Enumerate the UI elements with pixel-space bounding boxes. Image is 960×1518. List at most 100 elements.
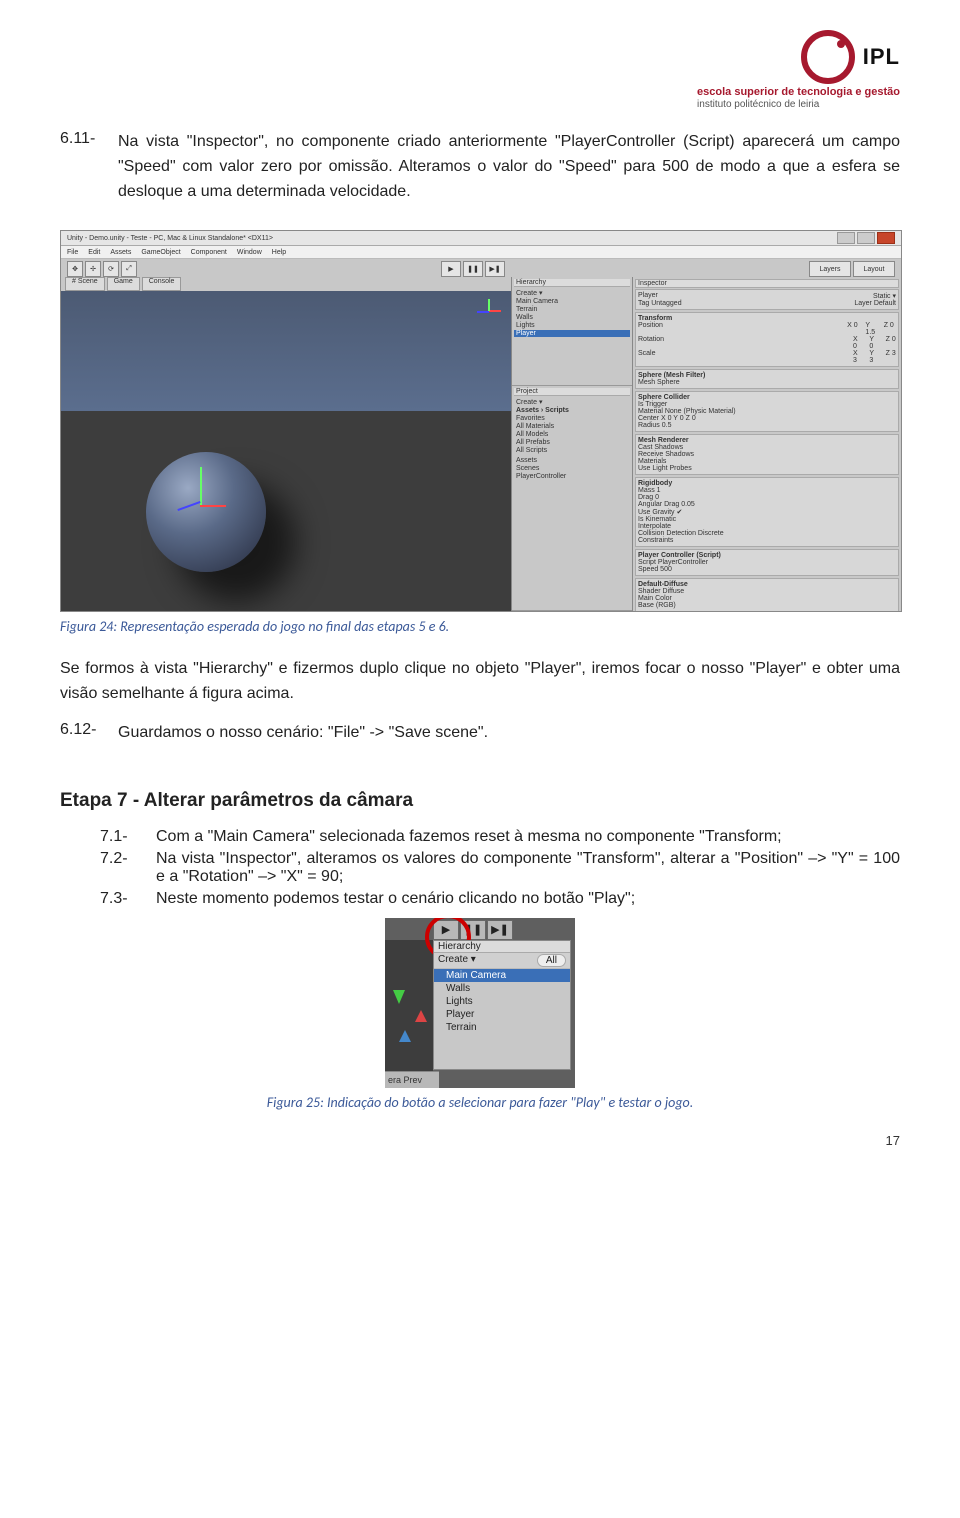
pause-button[interactable]: ❚❚ [460,920,486,940]
menu-item[interactable]: Component [191,249,227,256]
project-folder[interactable]: All Scripts [514,447,630,454]
renderer-row[interactable]: Receive Shadows [638,451,896,458]
renderer-row[interactable]: Materials [638,458,896,465]
script-asset[interactable]: PlayerController [514,473,630,480]
rot-y[interactable]: Y 0 [869,336,879,350]
minimize-button[interactable] [837,232,855,244]
speed-field[interactable]: Speed 500 [638,566,896,573]
menu-item[interactable]: Help [272,249,286,256]
scene-ground [61,411,511,611]
step-text: Na vista "Inspector", no componente cria… [118,130,900,204]
rot-x[interactable]: X 0 [853,336,863,350]
hierarchy-tab[interactable]: Hierarchy [514,279,630,287]
pos-z[interactable]: Z 0 [884,322,896,336]
step-number: 6.12- [60,721,108,760]
project-folder[interactable]: All Materials [514,423,630,430]
static-toggle[interactable]: Static ▾ [873,292,896,300]
play-button[interactable]: ▶ [433,920,459,940]
hierarchy-item-selected[interactable]: Main Camera [434,969,570,982]
assets-folder[interactable]: Assets [514,457,630,464]
sphere-collider-component: Sphere Collider Is Trigger Material None… [635,391,899,432]
hierarchy-item[interactable]: Lights [514,322,630,329]
scene-view[interactable]: # Scene Game Console [61,277,512,611]
layers-dropdown[interactable]: Layers [809,261,851,277]
rb-row[interactable]: Use Gravity ✔ [638,508,896,516]
renderer-row[interactable]: Cast Shadows [638,444,896,451]
create-dropdown[interactable]: Create ▾ [514,289,630,297]
rb-row[interactable]: Constraints [638,537,896,544]
transform-gizmo[interactable] [191,467,211,517]
project-folder[interactable]: All Prefabs [514,439,630,446]
create-dropdown[interactable]: Create ▾ [438,954,476,967]
rb-row[interactable]: Angular Drag 0.05 [638,501,896,508]
hand-tool-icon[interactable]: ✥ [67,261,83,277]
rb-row[interactable]: Interpolate [638,523,896,530]
pause-button[interactable]: ❚❚ [463,261,483,277]
move-tool-icon[interactable]: ✢ [85,261,101,277]
console-tab[interactable]: Console [142,277,182,291]
material-preview: Default-Diffuse Shader Diffuse Main Colo… [635,578,899,611]
rb-row[interactable]: Collision Detection Discrete [638,530,896,537]
menu-item[interactable]: GameObject [141,249,180,256]
scl-y[interactable]: Y 3 [869,350,879,364]
step-button[interactable]: ▶❚ [485,261,505,277]
object-name[interactable]: Player [638,292,658,300]
radius-field[interactable]: Radius 0.5 [638,422,896,429]
component-title: Sphere (Mesh Filter) [638,372,896,379]
hierarchy-item[interactable]: Walls [434,982,570,995]
menu-item[interactable]: Edit [88,249,100,256]
hierarchy-item[interactable]: Main Camera [514,298,630,305]
project-folder[interactable]: All Models [514,431,630,438]
hierarchy-item-selected[interactable]: Player [514,330,630,337]
renderer-row[interactable]: Use Light Probes [638,465,896,472]
shader-field[interactable]: Shader Diffuse [638,588,896,595]
menu-item[interactable]: Assets [110,249,131,256]
inspector-tab[interactable]: Inspector [635,279,899,288]
search-field[interactable]: All [537,954,566,967]
game-tab[interactable]: Game [107,277,140,291]
step-button[interactable]: ▶❚ [487,920,513,940]
rot-z[interactable]: Z 0 [886,336,896,350]
pos-y[interactable]: Y 1.5 [865,322,877,336]
layer-field[interactable]: Layer Default [854,300,896,307]
center-field[interactable]: Center X 0 Y 0 Z 0 [638,415,896,422]
scl-z[interactable]: Z 3 [886,350,896,364]
orientation-gizmo-icon[interactable] [475,297,503,325]
pos-x[interactable]: X 0 [847,322,859,336]
step-7-1: 7.1- Com a "Main Camera" selecionada faz… [100,828,900,846]
hierarchy-item[interactable]: Walls [514,314,630,321]
menu-item[interactable]: File [67,249,78,256]
hierarchy-item[interactable]: Terrain [514,306,630,313]
step-number: 7.2- [100,850,144,886]
rb-row[interactable]: Drag 0 [638,494,896,501]
scl-x[interactable]: X 3 [853,350,863,364]
mat-row[interactable]: Main Color [638,595,896,602]
rb-row[interactable]: Mass 1 [638,487,896,494]
logo-text: IPL [863,44,900,70]
position-label: Position [638,322,663,336]
play-button[interactable]: ▶ [441,261,461,277]
mesh-field[interactable]: Mesh Sphere [638,379,896,386]
step-number: 7.3- [100,890,144,908]
hierarchy-item[interactable]: Player [434,1008,570,1021]
maximize-button[interactable] [857,232,875,244]
hierarchy-item[interactable]: Terrain [434,1021,570,1034]
close-button[interactable] [877,232,895,244]
hierarchy-tab[interactable]: Hierarchy [434,941,570,953]
mat-row[interactable]: Base (RGB) [638,602,896,609]
project-tab[interactable]: Project [514,388,630,396]
tag-field[interactable]: Tag Untagged [638,300,682,307]
scale-tool-icon[interactable]: ⤢ [121,261,137,277]
scenes-folder[interactable]: Scenes [514,465,630,472]
rotate-tool-icon[interactable]: ⟳ [103,261,119,277]
scene-tab[interactable]: # Scene [65,277,105,291]
menu-item[interactable]: Window [237,249,262,256]
step-number: 7.1- [100,828,144,846]
physmat-field[interactable]: Material None (Physic Material) [638,408,896,415]
layout-dropdown[interactable]: Layout [853,261,895,277]
project-create[interactable]: Create ▾ [514,398,630,406]
script-field[interactable]: Script PlayerController [638,559,896,566]
rb-row[interactable]: Is Kinematic [638,516,896,523]
hierarchy-item[interactable]: Lights [434,995,570,1008]
trigger-toggle[interactable]: Is Trigger [638,401,896,408]
